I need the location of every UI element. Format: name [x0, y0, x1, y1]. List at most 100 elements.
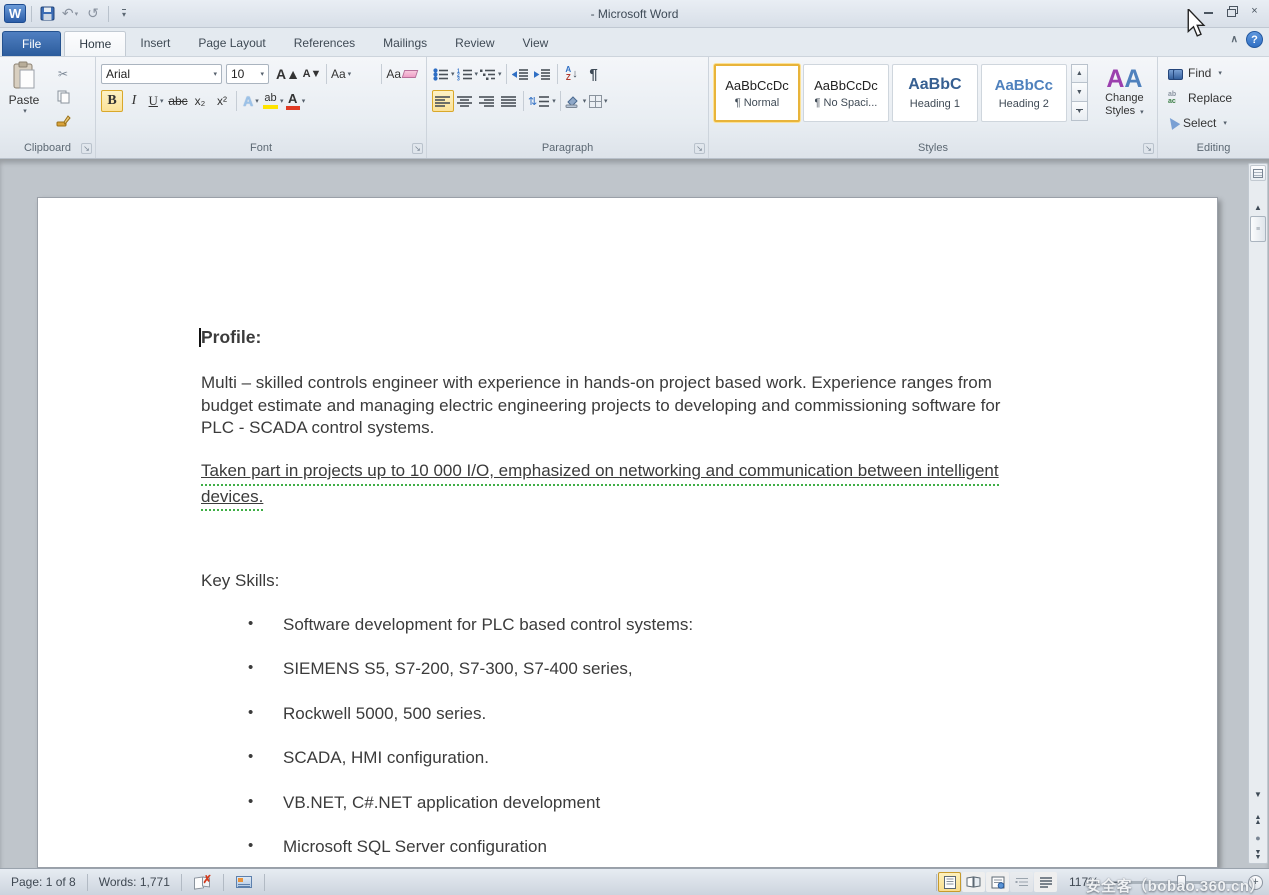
scrollbar-thumb[interactable]: ≡ [1250, 216, 1266, 242]
clipboard-dialog-launcher[interactable]: ↘ [81, 143, 92, 154]
decrease-indent-button[interactable] [510, 63, 532, 85]
restore-button[interactable] [1222, 3, 1241, 18]
increase-indent-button[interactable] [532, 63, 554, 85]
pilcrow-icon: ¶ [589, 66, 597, 83]
strikethrough-button[interactable]: abc [167, 90, 189, 112]
text-highlight-button[interactable]: ab ▾ [262, 90, 285, 112]
scroll-down-icon[interactable]: ▼ [1250, 786, 1266, 802]
tab-insert[interactable]: Insert [126, 31, 184, 56]
font-color-button[interactable]: A ▾ [285, 90, 307, 112]
justify-button[interactable] [498, 90, 520, 112]
minimize-button[interactable] [1199, 3, 1218, 18]
select-button[interactable]: Select ▾ [1160, 110, 1267, 135]
undo-button[interactable]: ↶▾ [60, 4, 80, 24]
zoom-in-icon[interactable]: + [1248, 875, 1263, 890]
word-logo-icon[interactable]: W [4, 4, 26, 23]
italic-button[interactable]: I [123, 90, 145, 112]
underline-button[interactable]: U▾ [145, 90, 167, 112]
style-normal[interactable]: AaBbCcDc ¶ Normal [714, 64, 800, 122]
zoom-out-icon[interactable]: − [1107, 874, 1125, 890]
grow-font-button[interactable]: A▲ [275, 63, 301, 85]
tab-row-right: ∧ ? [1231, 31, 1263, 48]
change-styles-button[interactable]: AA Change Styles ▾ [1094, 66, 1155, 119]
full-screen-reading-view-button[interactable] [962, 872, 985, 892]
close-button[interactable]: × [1245, 3, 1264, 18]
language-panel-button[interactable] [224, 876, 264, 888]
view-ruler-button[interactable] [1250, 165, 1266, 181]
zoom-slider-thumb[interactable] [1177, 875, 1186, 890]
style-no-spacing[interactable]: AaBbCcDc ¶ No Spaci... [803, 64, 889, 122]
previous-page-button[interactable]: ▲▲ [1250, 812, 1266, 828]
bold-button[interactable]: B [101, 90, 123, 112]
tab-home[interactable]: Home [64, 31, 126, 56]
repeat-button[interactable]: ↺ [83, 4, 103, 24]
list-item: •SCADA, HMI configuration. [283, 748, 489, 768]
clear-formatting-button[interactable]: Aa [385, 63, 418, 85]
font-dialog-launcher[interactable]: ↘ [412, 143, 423, 154]
word-count[interactable]: Words: 1,771 [88, 875, 181, 889]
styles-scroll-up-icon[interactable]: ▲ [1071, 64, 1088, 83]
proofing-errors-button[interactable] [182, 876, 223, 888]
bullet-icon: • [248, 793, 253, 810]
outline-view-button[interactable] [1010, 872, 1033, 892]
paste-button[interactable]: Paste ▾ [2, 60, 46, 126]
styles-more-icon[interactable]: ▼ [1071, 102, 1088, 121]
subscript-button[interactable]: x₂ [189, 90, 211, 112]
style-heading-2[interactable]: AaBbCc Heading 2 [981, 64, 1067, 122]
collapse-ribbon-icon[interactable]: ∧ [1231, 34, 1238, 45]
tab-page-layout[interactable]: Page Layout [184, 31, 279, 56]
tab-references[interactable]: References [280, 31, 369, 56]
format-painter-button[interactable] [50, 110, 76, 130]
copy-button[interactable] [50, 87, 76, 107]
next-page-button[interactable]: ▼▼ [1250, 847, 1266, 863]
print-layout-view-button[interactable] [938, 872, 961, 892]
superscript-button[interactable]: x² [211, 90, 233, 112]
save-button[interactable] [37, 4, 57, 24]
style-preview: AaBbCcDc [814, 78, 878, 93]
paragraph-dialog-launcher[interactable]: ↘ [694, 143, 705, 154]
qat-customize-button[interactable]: ▾ [114, 4, 134, 24]
replace-button[interactable]: abac Replace [1160, 85, 1267, 110]
align-center-button[interactable] [454, 90, 476, 112]
tab-mailings[interactable]: Mailings [369, 31, 441, 56]
numbering-button[interactable]: 1 2 3 ▾ [456, 63, 480, 85]
change-case-button[interactable]: Aa▾ [330, 63, 352, 85]
shading-button[interactable]: ▾ [564, 90, 588, 112]
zoom-slider-track[interactable] [1125, 881, 1243, 884]
chevron-down-icon: ▾ [1218, 69, 1222, 77]
undo-dropdown-icon[interactable]: ▾ [75, 10, 79, 18]
borders-button[interactable]: ▾ [587, 90, 609, 112]
align-right-button[interactable] [476, 90, 498, 112]
shrink-font-button[interactable]: A▼ [301, 63, 323, 85]
cut-button[interactable]: ✂ [50, 64, 76, 84]
tab-view[interactable]: View [509, 31, 563, 56]
font-size-select[interactable]: 10 ▾ [226, 64, 269, 84]
web-layout-view-button[interactable] [986, 872, 1009, 892]
styles-scroll-down-icon[interactable]: ▼ [1071, 83, 1088, 102]
bullets-button[interactable]: ▾ [432, 63, 456, 85]
draft-view-button[interactable] [1034, 872, 1057, 892]
page-indicator[interactable]: Page: 1 of 8 [0, 875, 87, 889]
select-browse-object-button[interactable]: ● [1250, 830, 1266, 846]
tab-file[interactable]: File [2, 31, 61, 56]
text-effects-button[interactable]: A▾ [240, 90, 262, 112]
copy-icon [57, 90, 70, 104]
style-name: ¶ No Spaci... [815, 97, 878, 109]
document-paragraph: Multi – skilled controls engineer with e… [201, 372, 1000, 440]
vertical-scrollbar[interactable]: ▲ ≡ ▼ ▲▲ ● ▼▼ [1248, 163, 1268, 864]
style-heading-1[interactable]: AaBbC Heading 1 [892, 64, 978, 122]
scroll-up-icon[interactable]: ▲ [1250, 199, 1266, 215]
align-left-button[interactable] [432, 90, 454, 112]
line-spacing-button[interactable]: ⇅ ▾ [527, 90, 557, 112]
show-hide-formatting-button[interactable]: ¶ [583, 63, 605, 85]
zoom-slider[interactable]: − + [1107, 874, 1263, 890]
help-button[interactable]: ? [1246, 31, 1263, 48]
tab-review[interactable]: Review [441, 31, 508, 56]
zoom-level[interactable]: 117% [1057, 875, 1107, 889]
document-page[interactable]: Profile: Multi – skilled controls engine… [37, 197, 1218, 868]
styles-dialog-launcher[interactable]: ↘ [1143, 143, 1154, 154]
multilevel-list-button[interactable]: ▾ [479, 63, 503, 85]
sort-button[interactable]: AZ ↓ [561, 63, 583, 85]
font-name-select[interactable]: Arial ▾ [101, 64, 222, 84]
find-button[interactable]: Find ▾ [1160, 60, 1267, 85]
